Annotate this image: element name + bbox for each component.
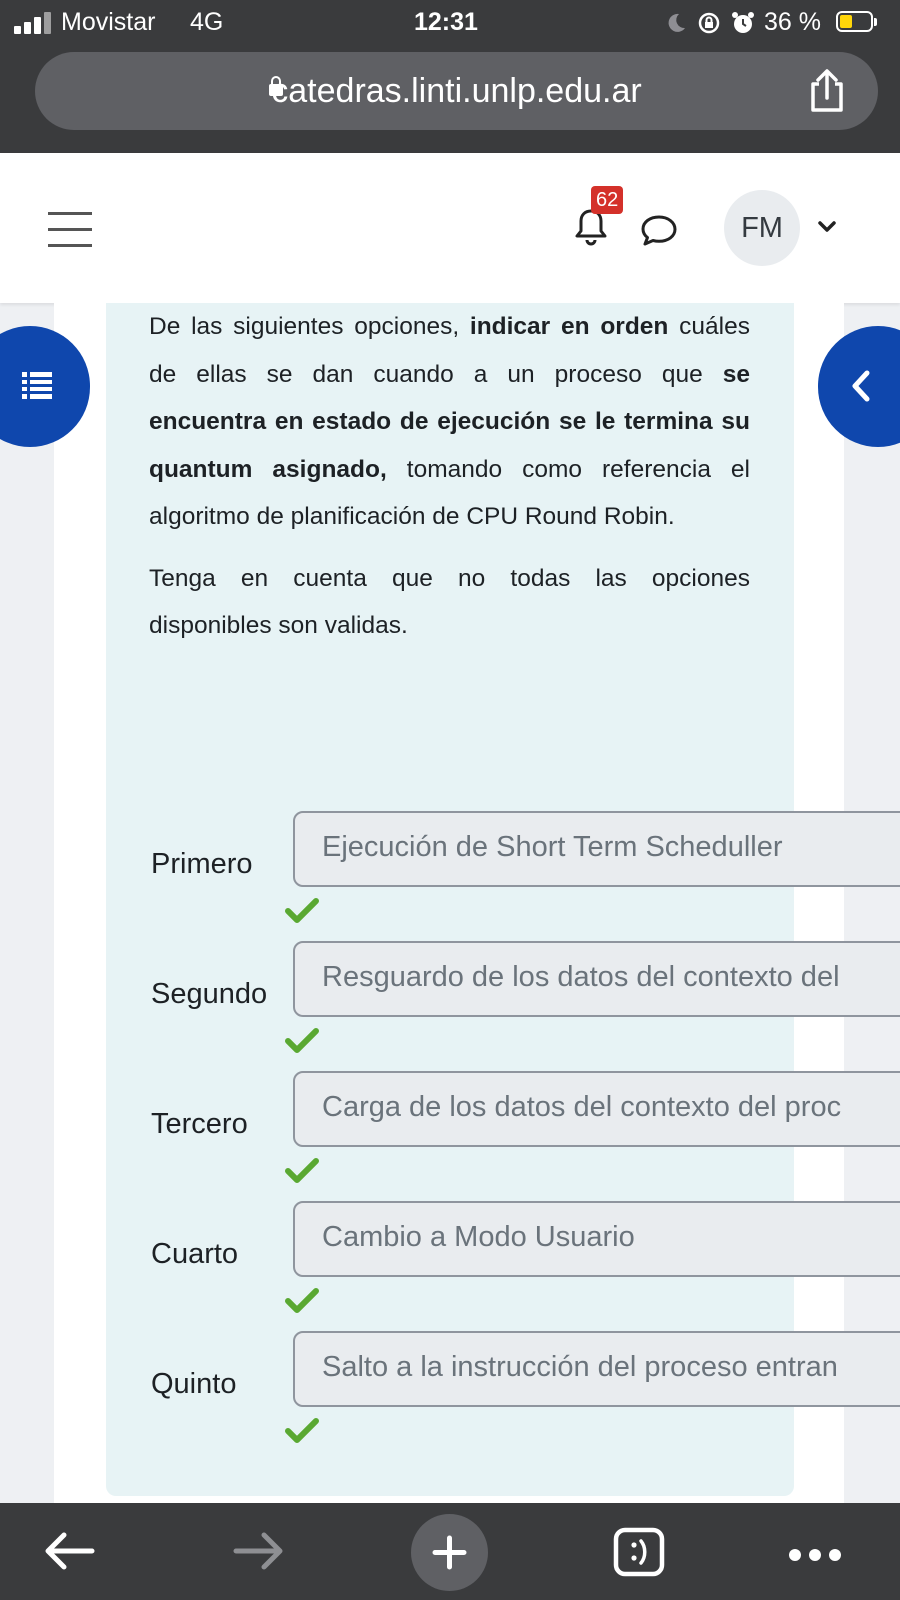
question-paragraph-2: Tenga en cuenta que no todas las opcione…: [149, 564, 750, 640]
question-text: De las siguientes opciones, indicar en o…: [149, 303, 750, 650]
check-icon: [284, 1027, 320, 1060]
answer-select-4[interactable]: Cambio a Modo Usuario: [293, 1201, 900, 1277]
carrier-name: Movistar: [61, 8, 156, 36]
alarm-icon: [730, 10, 756, 43]
check-icon: [284, 1287, 320, 1320]
question-paragraph-1: De las siguientes opciones, indicar en o…: [149, 313, 751, 530]
menu-icon[interactable]: [48, 212, 92, 248]
answer-label-2: Segundo: [151, 978, 268, 1010]
site-header: 62 FM: [0, 153, 900, 303]
notification-badge: 62: [591, 186, 624, 214]
avatar[interactable]: FM: [724, 190, 800, 266]
answer-label-3: Tercero: [151, 1108, 248, 1140]
address-bar[interactable]: catedras.linti.unlp.edu.ar: [35, 52, 878, 130]
battery-icon: [836, 11, 877, 32]
chevron-down-icon[interactable]: [817, 219, 837, 240]
back-arrow-icon[interactable]: [42, 1531, 96, 1576]
network-type: 4G: [190, 8, 224, 36]
chevron-left-icon: [852, 370, 870, 402]
answer-select-1[interactable]: Ejecución de Short Term Scheduller: [293, 811, 900, 887]
answer-label-1: Primero: [151, 848, 253, 880]
list-icon: [22, 372, 52, 399]
tabs-icon[interactable]: [613, 1527, 665, 1582]
plus-icon: [432, 1535, 467, 1570]
share-icon[interactable]: [805, 68, 849, 119]
new-tab-button[interactable]: [411, 1514, 488, 1591]
url-text[interactable]: catedras.linti.unlp.edu.ar: [35, 72, 878, 111]
check-icon: [284, 897, 320, 930]
moon-icon: [664, 11, 688, 42]
battery-percentage: 36 %: [764, 8, 821, 36]
chat-icon[interactable]: [640, 214, 678, 253]
more-options-icon[interactable]: [788, 1548, 842, 1567]
answer-label-5: Quinto: [151, 1368, 237, 1400]
answer-label-4: Cuarto: [151, 1238, 239, 1270]
status-time: 12:31: [414, 8, 478, 36]
rotation-lock-icon: [697, 11, 721, 42]
browser-bottom-toolbar: [0, 1503, 900, 1600]
signal-icon: [14, 12, 54, 34]
check-icon: [284, 1417, 320, 1450]
answer-select-3[interactable]: Carga de los datos del contexto del proc: [293, 1071, 900, 1147]
check-icon: [284, 1157, 320, 1190]
status-bar: Movistar 4G 12:31 36 %: [0, 0, 900, 46]
forward-arrow-icon[interactable]: [232, 1531, 286, 1576]
answer-select-5[interactable]: Salto a la instrucción del proceso entra…: [293, 1331, 900, 1407]
browser-toolbar: catedras.linti.unlp.edu.ar: [0, 46, 900, 153]
answer-select-2[interactable]: Resguardo de los datos del contexto del: [293, 941, 900, 1017]
